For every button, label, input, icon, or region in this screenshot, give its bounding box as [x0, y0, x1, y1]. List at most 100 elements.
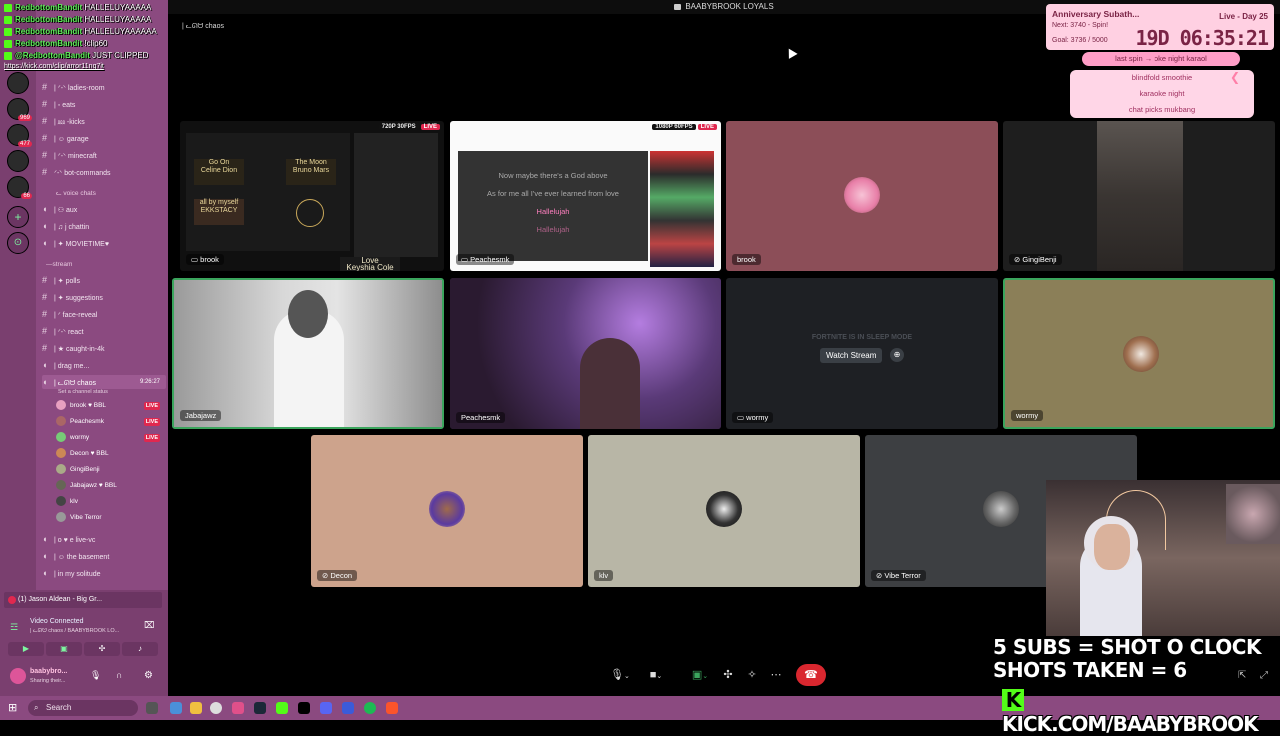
quality-badge: 1080P 60FPS LIVE — [652, 124, 717, 130]
soundboard-button[interactable]: ♪ — [122, 642, 158, 656]
leave-call-button[interactable]: ☎ — [796, 664, 826, 686]
camera-toggle-button[interactable]: ■⌄ — [642, 664, 670, 686]
wheel-item: blindfold smoothie — [1131, 73, 1193, 82]
more-options-icon[interactable]: ⋯ — [766, 664, 786, 686]
tile-name: Peachesmk — [470, 255, 510, 264]
voice-channel-basement[interactable]: ◖ | ☺ the basement — [42, 549, 166, 563]
signal-icon[interactable]: ☲ — [10, 622, 18, 633]
add-server-icon[interactable]: + — [7, 206, 29, 228]
channel-face-reveal[interactable]: # | ᐟ face-reveal — [42, 307, 166, 321]
spotify-icon[interactable] — [364, 702, 376, 714]
voice-user[interactable]: klv — [56, 495, 168, 509]
voice-user[interactable]: Peachesmk LIVE — [56, 415, 168, 429]
clip-link[interactable]: https://kick.com/clip/arror11nq7it — [4, 63, 104, 70]
now-playing-activity[interactable]: (1) Jason Aldean - Big Gr... — [4, 592, 162, 608]
category-voice-chats[interactable]: ᓚ voice chats — [56, 187, 180, 201]
voice-user[interactable]: brook ♥ BBL LIVE — [56, 399, 168, 413]
watch-stream-button[interactable]: Watch Stream — [820, 348, 883, 363]
server-icon[interactable]: 969 — [7, 98, 32, 121]
channel-garage[interactable]: # | ☺ garage — [42, 131, 166, 145]
chat-user: RedbottomBandit — [15, 15, 83, 24]
screen-share-button[interactable]: ▣ — [46, 642, 82, 656]
disconnect-icon[interactable]: ⌧ — [144, 620, 154, 631]
voice-user[interactable]: Jabajawz ♥ BBL — [56, 479, 168, 493]
activities-icon[interactable]: ✣ — [718, 664, 738, 686]
obs-icon[interactable] — [210, 702, 222, 714]
speaker-icon: ◖ — [42, 221, 48, 231]
stream-tile-wormy[interactable]: FORTNITE IS IN SLEEP MODE Watch Stream ⊕… — [726, 278, 998, 429]
task-view-icon[interactable] — [146, 702, 158, 714]
activities-button[interactable]: ✣ — [84, 642, 120, 656]
subathon-next: Next: 3740 - Spin! — [1052, 22, 1109, 29]
server-icon[interactable] — [7, 150, 29, 172]
current-user-name[interactable]: baabybro... — [30, 668, 67, 675]
kick-badge-icon — [4, 51, 12, 60]
headphones-icon[interactable]: ∩ — [116, 670, 122, 680]
video-tile-brook[interactable]: brook — [726, 121, 998, 271]
app-icon[interactable] — [232, 702, 244, 714]
voice-location[interactable]: | ᓚᘏᗢ chaos / BAABYBROOK LO... — [30, 628, 119, 635]
channel-eats[interactable]: # | ◦ eats — [42, 97, 166, 111]
tile-label: ⊘ Decon — [317, 570, 358, 581]
brave-icon[interactable] — [386, 702, 398, 714]
streamer-facecam — [1046, 480, 1280, 636]
voice-channel-movietime[interactable]: ◖ | ✦ MOVIETIME♥ — [42, 236, 166, 250]
channel-drag-me[interactable]: ◖ | drag me... — [42, 358, 166, 372]
steam-icon[interactable] — [254, 702, 266, 714]
user-tag: ♥ BBL — [98, 482, 117, 489]
tiktok-icon[interactable] — [298, 702, 310, 714]
mic-toggle-button[interactable]: 🎙︎⌄ — [606, 664, 634, 686]
mic-icon[interactable]: 🎙︎ — [90, 670, 101, 681]
channel-suggestions[interactable]: # | ✦ suggestions — [42, 290, 166, 304]
camera-button[interactable]: ▶ — [8, 642, 44, 656]
settings-icon[interactable]: ⚙ — [144, 670, 153, 681]
edge-icon[interactable] — [170, 702, 182, 714]
fullscreen-icon[interactable]: ⤢ — [1260, 670, 1268, 681]
voice-user[interactable]: wormy LIVE — [56, 431, 168, 445]
discord-icon[interactable] — [320, 702, 332, 714]
avatar[interactable] — [10, 668, 26, 684]
app-icon[interactable] — [342, 702, 354, 714]
avatar — [1123, 336, 1159, 372]
channel-react[interactable]: # | ᐟ-ᐠ react — [42, 324, 166, 338]
voice-channel-chattin[interactable]: ◖ | ♫ j chattin — [42, 219, 166, 233]
screen-share-toggle-button[interactable]: ▣⌄ — [686, 664, 714, 686]
channel-ladies-room[interactable]: # | ᐟ-ᐠ ladies-room — [42, 80, 166, 94]
wheel-list: blindfold smoothie karaoke night chat pi… — [1070, 70, 1254, 118]
voice-user[interactable]: Vibe Terror — [56, 511, 168, 525]
windows-start-icon[interactable]: ⊞ — [8, 701, 17, 714]
server-icon[interactable] — [7, 72, 29, 94]
server-icon[interactable]: 66 — [7, 176, 32, 199]
video-tile-wormy[interactable]: wormy — [1003, 278, 1275, 429]
channel-polls[interactable]: # | ✦ polls — [42, 273, 166, 287]
category-stream[interactable]: —stream — [46, 258, 170, 272]
channel-kicks[interactable]: # | ⅏ -kicks — [42, 114, 166, 128]
video-tile-gingibenji[interactable]: ⊘ GingiBenji — [1003, 121, 1275, 271]
folder-icon[interactable] — [190, 702, 202, 714]
channel-caught-in-4k[interactable]: # | ★ caught-in-4k — [42, 341, 166, 355]
voice-user[interactable]: GingiBenji — [56, 463, 168, 477]
stream-tile-brook-screen[interactable]: Go On Celine Dion The Moon Bruno Mars al… — [180, 121, 444, 271]
voice-channel-solitude[interactable]: ◖ | in my solitude — [42, 566, 166, 580]
video-tile-jabajawz[interactable]: Jabajawz — [172, 278, 444, 429]
popout-icon[interactable]: ⊕ — [890, 348, 904, 362]
stream-tile-peaches-screen[interactable]: Now maybe there's a God above As for me … — [450, 121, 721, 271]
video-tile-decon[interactable]: ⊘ Decon — [311, 435, 583, 587]
video-tile-peachesmk[interactable]: Peachesmk — [450, 278, 721, 429]
video-tile-klv[interactable]: klv — [588, 435, 860, 587]
taskbar-search[interactable]: ⌕ Search — [28, 700, 138, 716]
hash-icon: # — [42, 309, 48, 319]
discover-icon[interactable]: ⊙ — [7, 232, 29, 254]
chat-message: RedbottomBandit HALLELUYAAAAA — [4, 2, 244, 14]
voice-channel-live-vc[interactable]: ◖ | o ♥ e live-vc — [42, 532, 166, 546]
voice-channel-aux[interactable]: ◖ | ⚇ aux — [42, 202, 166, 216]
channel-bot-commands[interactable]: # ᐟ-ᐠ bot-commands — [42, 165, 166, 179]
voice-user[interactable]: Decon ♥ BBL — [56, 447, 168, 461]
server-icon[interactable]: 477 — [7, 124, 32, 147]
channel-status[interactable]: Set a channel status — [58, 385, 182, 399]
soundboard-icon[interactable]: ✧ — [742, 664, 762, 686]
kick-icon[interactable] — [276, 702, 288, 714]
notification-badge: 969 — [17, 115, 32, 121]
channel-minecraft[interactable]: # | ᐟ-ᐠ minecraft — [42, 148, 166, 162]
user-name: Peachesmk — [70, 418, 104, 425]
